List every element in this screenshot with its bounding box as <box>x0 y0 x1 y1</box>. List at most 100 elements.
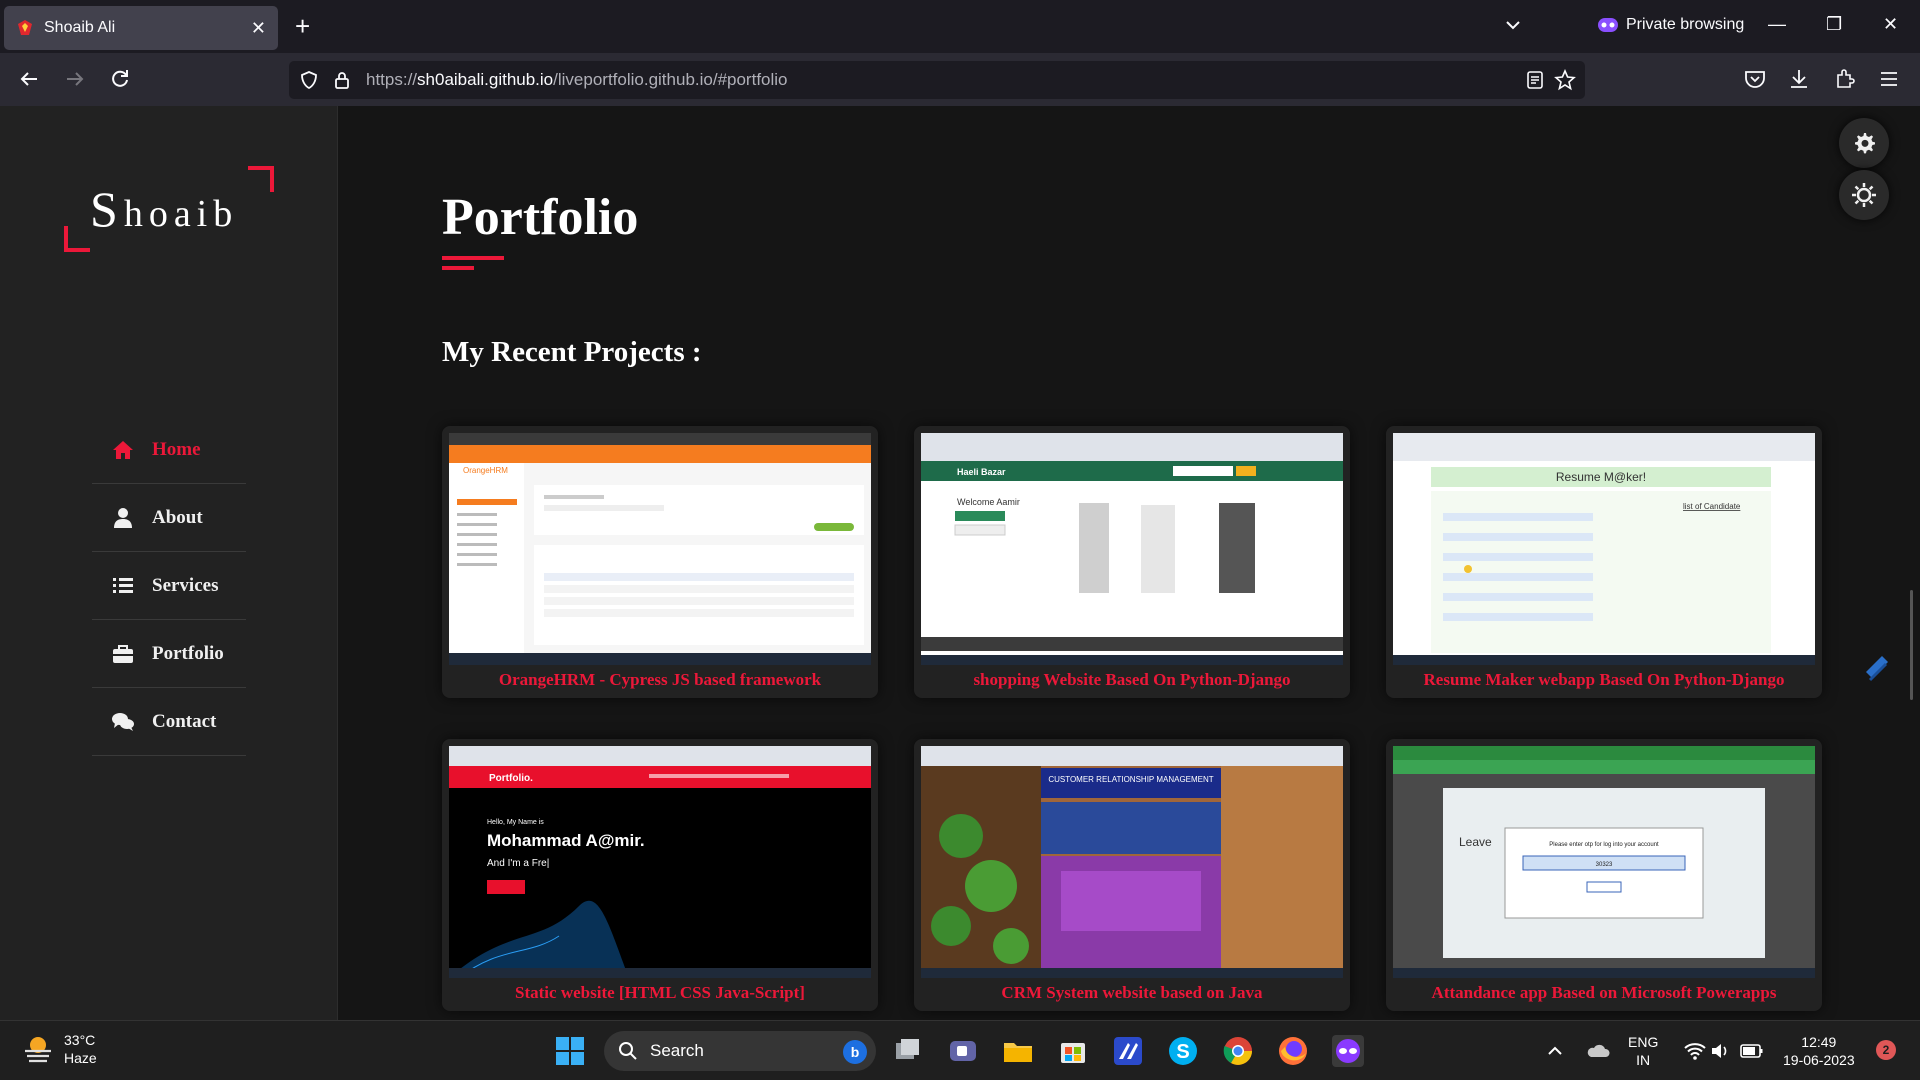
lock-icon[interactable] <box>333 70 351 90</box>
project-caption[interactable]: CRM System website based on Java <box>914 983 1350 1003</box>
project-caption[interactable]: Static website [HTML CSS Java-Script] <box>442 983 878 1003</box>
sidebar-item-home[interactable]: Home <box>92 416 246 484</box>
minimize-window-icon[interactable]: — <box>1768 14 1786 35</box>
thumb-brand-text: OrangeHRM <box>463 466 508 475</box>
project-caption[interactable]: shopping Website Based On Python-Django <box>914 670 1350 690</box>
skype-icon[interactable]: S <box>1165 1033 1201 1069</box>
style-switcher-button[interactable] <box>1839 118 1889 168</box>
thumb-greeting-text: Hello, My Name is <box>487 819 544 826</box>
section-subtitle: My Recent Projects : <box>442 336 702 368</box>
sidebar-item-about[interactable]: About <box>92 484 246 552</box>
thumb-title-text: Resume M@ker! <box>1556 470 1646 484</box>
microsoft-store-icon[interactable] <box>1055 1033 1091 1069</box>
page-scrollbar[interactable] <box>1910 590 1913 700</box>
browser-tab[interactable]: Shoaib Ali ✕ <box>4 6 278 50</box>
bing-icon[interactable]: b <box>842 1039 868 1065</box>
thumb-brand-text: Portfolio. <box>489 773 533 784</box>
logo-text: Shoaib <box>90 180 238 238</box>
forward-icon[interactable] <box>62 66 88 92</box>
project-thumbnail[interactable]: Haeli Bazar Welcome Aamir <box>921 433 1343 665</box>
project-thumbnail[interactable]: Portfolio. Hello, My Name is Mohammad A@… <box>449 746 871 978</box>
thumb-welcome-text: Welcome Aamir <box>957 497 1020 507</box>
onedrive-icon[interactable] <box>1586 1039 1610 1063</box>
search-icon <box>619 1042 637 1060</box>
sidebar-item-portfolio[interactable]: Portfolio <box>92 620 246 688</box>
logo-rest: hoaib <box>123 193 239 235</box>
weather-description: Haze <box>64 1050 97 1066</box>
project-caption[interactable]: OrangeHRM - Cypress JS based framework <box>442 670 878 690</box>
url-text[interactable]: https://sh0aibali.github.io/liveportfoli… <box>366 70 788 90</box>
project-card[interactable]: Resume M@ker! list of Candidate Resume M… <box>1386 426 1822 698</box>
project-thumbnail[interactable]: CUSTOMER RELATIONSHIP MANAGEMENT <box>921 746 1343 978</box>
show-hidden-icons-chevron-icon[interactable] <box>1547 1043 1563 1059</box>
firefox-private-icon[interactable] <box>1330 1033 1366 1069</box>
project-card[interactable]: CUSTOMER RELATIONSHIP MANAGEMENT CRM Sys… <box>914 739 1350 1011</box>
language-indicator[interactable]: ENG IN <box>1628 1033 1658 1069</box>
sidebar-item-label: About <box>152 506 203 528</box>
private-mask-icon <box>1598 18 1618 32</box>
task-view-icon[interactable] <box>890 1033 926 1069</box>
haze-weather-icon <box>25 1037 51 1063</box>
wifi-icon[interactable] <box>1684 1041 1706 1061</box>
logo-initial: S <box>90 181 124 237</box>
svg-text:S: S <box>1176 1041 1189 1063</box>
battery-icon[interactable] <box>1740 1042 1764 1060</box>
taskbar-search[interactable]: Search b <box>604 1031 876 1071</box>
chrome-icon[interactable] <box>1220 1033 1256 1069</box>
new-tab-button[interactable]: + <box>295 12 310 40</box>
project-thumbnail[interactable]: Leave Please enter otp for log into your… <box>1393 746 1815 978</box>
tracking-protection-shield-icon[interactable] <box>299 70 319 90</box>
thumb-title-text: CUSTOMER RELATIONSHIP MANAGEMENT <box>1048 775 1213 784</box>
project-caption[interactable]: Attandance app Based on Microsoft Powera… <box>1386 983 1822 1003</box>
address-bar[interactable]: https://sh0aibali.github.io/liveportfoli… <box>289 61 1585 99</box>
private-browsing-label: Private browsing <box>1626 16 1745 33</box>
thumb-brand-text: Haeli Bazar <box>957 467 1006 477</box>
bookmark-star-icon[interactable] <box>1554 69 1576 91</box>
firefox-icon[interactable] <box>1275 1033 1311 1069</box>
pocket-icon[interactable] <box>1742 66 1768 92</box>
title-underline <box>442 256 504 260</box>
browser-tab-bar: Shoaib Ali ✕ + Private browsing — ❐ ✕ <box>0 0 1920 53</box>
close-window-icon[interactable]: ✕ <box>1883 14 1898 35</box>
clock[interactable]: 12:49 19-06-2023 <box>1783 1033 1855 1069</box>
project-card[interactable]: Portfolio. Hello, My Name is Mohammad A@… <box>442 739 878 1011</box>
project-card[interactable]: OrangeHRM OrangeHRM - Cypress JS based f… <box>442 426 878 698</box>
sidebar-item-contact[interactable]: Contact <box>92 688 246 756</box>
project-thumbnail[interactable]: Resume M@ker! list of Candidate <box>1393 433 1815 665</box>
back-icon[interactable] <box>16 66 42 92</box>
close-tab-icon[interactable]: ✕ <box>251 18 266 39</box>
windows-start-icon[interactable] <box>552 1033 588 1069</box>
attendance-app-screenshot-image: Leave Please enter otp for log into your… <box>1393 746 1815 978</box>
portfolio-section: Portfolio My Recent Projects : OrangeHRM <box>338 106 1920 1020</box>
project-caption[interactable]: Resume Maker webapp Based On Python-Djan… <box>1386 670 1822 690</box>
sidebar-item-services[interactable]: Services <box>92 552 246 620</box>
list-all-tabs-icon[interactable] <box>1503 15 1523 35</box>
browser-navigation-bar: https://sh0aibali.github.io/liveportfoli… <box>0 53 1920 106</box>
url-prefix: https:// <box>366 70 418 89</box>
theme-toggle-button[interactable] <box>1839 170 1889 220</box>
downloads-icon[interactable] <box>1786 66 1812 92</box>
notification-badge[interactable]: 2 <box>1876 1040 1896 1060</box>
reload-icon[interactable] <box>107 66 133 92</box>
teams-chat-icon[interactable] <box>945 1033 981 1069</box>
web-page: Shoaib Home About Services Portfolio Con… <box>0 106 1920 1020</box>
project-thumbnail[interactable]: OrangeHRM <box>449 433 871 665</box>
briefcase-icon <box>113 644 133 663</box>
vscode-like-app-icon[interactable] <box>1110 1033 1146 1069</box>
restore-window-icon[interactable]: ❐ <box>1826 14 1842 35</box>
url-host: sh0aibali.github.io <box>417 70 554 89</box>
file-explorer-icon[interactable] <box>1000 1033 1036 1069</box>
list-icon <box>113 577 133 593</box>
volume-icon[interactable] <box>1710 1041 1730 1061</box>
site-logo[interactable]: Shoaib <box>64 166 274 252</box>
thumb-otp-prompt: Please enter otp for log into your accou… <box>1549 842 1659 848</box>
floating-edit-icon[interactable] <box>1864 650 1892 684</box>
project-card[interactable]: Leave Please enter otp for log into your… <box>1386 739 1822 1011</box>
gear-icon <box>1855 133 1875 154</box>
menu-icon[interactable] <box>1876 66 1902 92</box>
weather-widget[interactable]: 33°C Haze <box>22 1031 97 1067</box>
reader-view-icon[interactable] <box>1525 70 1545 90</box>
project-card[interactable]: Haeli Bazar Welcome Aamir shopping Websi… <box>914 426 1350 698</box>
thumb-otp-value: 30323 <box>1596 862 1613 868</box>
extensions-icon[interactable] <box>1832 66 1858 92</box>
